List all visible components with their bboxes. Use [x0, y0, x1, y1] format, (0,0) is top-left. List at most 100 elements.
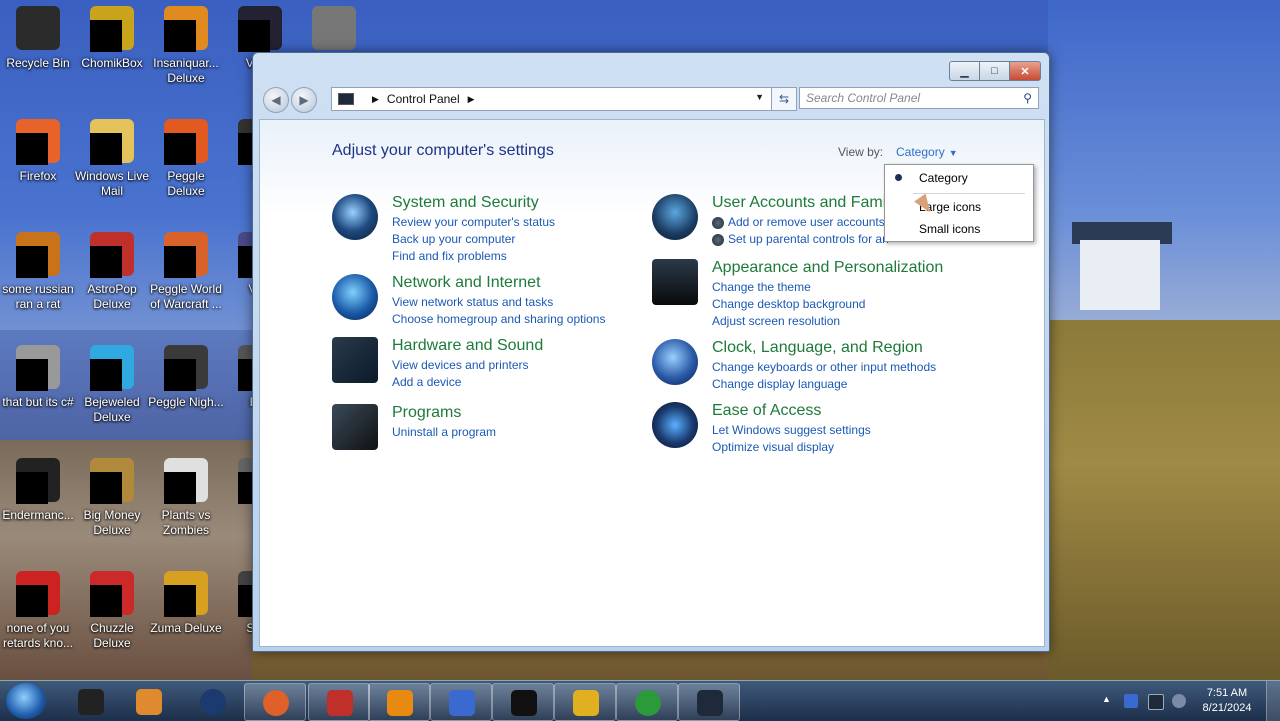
category-link[interactable]: Set up parental controls for an	[712, 231, 889, 248]
menu-item-category[interactable]: Category	[885, 168, 1033, 188]
category-title[interactable]: System and Security	[392, 194, 539, 212]
desktop-icon[interactable]: Peggle Nigh...	[148, 345, 224, 410]
category-link[interactable]: Uninstall a program	[392, 424, 496, 441]
app-icon	[90, 571, 134, 617]
view-by-menu: Category Large icons Small icons	[884, 164, 1034, 242]
maximize-button[interactable]: □	[980, 61, 1009, 81]
category-link[interactable]: Back up your computer	[392, 231, 555, 248]
desktop-icon[interactable]: Endermanc...	[0, 458, 76, 523]
app-icon	[78, 689, 104, 715]
category-link[interactable]: Review your computer's status	[392, 214, 555, 231]
appearance-icon[interactable]	[652, 259, 698, 305]
taskbar-item-app-yellow[interactable]	[554, 683, 616, 721]
taskbar-item-globe[interactable]	[182, 683, 242, 719]
desktop-icon[interactable]: Firefox	[0, 119, 76, 184]
search-input[interactable]: Search Control Panel ⚲	[799, 87, 1039, 109]
breadcrumb-control-panel[interactable]: Control Panel	[387, 92, 460, 106]
desktop-icon[interactable]: AstroPop Deluxe	[74, 232, 150, 312]
view-by-dropdown[interactable]: Category ▼	[896, 145, 958, 159]
desktop-icon[interactable]: Big Money Deluxe	[74, 458, 150, 538]
desktop-icon[interactable]: Chuzzle Deluxe	[74, 571, 150, 651]
minimize-button[interactable]: ▁	[949, 61, 980, 81]
desktop-icon[interactable]: Insaniquar... Deluxe	[148, 6, 224, 86]
desktop-icon[interactable]: Windows Live Mail	[74, 119, 150, 199]
desktop-icon[interactable]: none of you retards kno...	[0, 571, 76, 651]
forward-button[interactable]: ▶	[291, 87, 317, 113]
address-dropdown-icon[interactable]: ▼	[755, 92, 764, 102]
app-icon	[16, 232, 60, 278]
ease-of-access-icon[interactable]	[652, 402, 698, 448]
taskbar-item-app[interactable]	[60, 683, 120, 719]
taskbar-item-control-panel[interactable]	[678, 683, 740, 721]
clock-language-icon[interactable]	[652, 339, 698, 385]
desktop-icon[interactable]: Peggle Deluxe	[148, 119, 224, 199]
menu-item-small-icons[interactable]: Small icons	[885, 219, 1033, 239]
desktop-icon-label: ChomikBox	[81, 56, 143, 70]
network-internet-icon[interactable]	[332, 274, 378, 320]
tray-network-icon[interactable]	[1124, 694, 1138, 708]
taskbar-item-media-player[interactable]	[118, 683, 178, 719]
taskbar-item-vlc[interactable]	[368, 683, 430, 721]
category-link[interactable]: Change desktop background	[712, 296, 865, 313]
address-bar[interactable]: ▶ Control Panel ▶ ▼	[331, 87, 797, 111]
desktop-icon[interactable]: Peggle World of Warcraft ...	[148, 232, 224, 312]
tray-expand-icon[interactable]: ▲	[1102, 694, 1111, 704]
category-link[interactable]: Let Windows suggest settings	[712, 422, 871, 439]
search-icon[interactable]: ⚲	[1023, 91, 1032, 105]
taskbar-item-app-blue[interactable]	[430, 683, 492, 721]
category-link[interactable]: View network status and tasks	[392, 294, 605, 311]
category-link[interactable]: Optimize visual display	[712, 439, 871, 456]
category-link[interactable]: Add or remove user accounts	[712, 214, 889, 231]
taskbar-item-app-dark[interactable]	[492, 683, 554, 721]
programs-icon[interactable]	[332, 404, 378, 450]
desktop-icon[interactable]	[296, 6, 372, 56]
menu-item-large-icons[interactable]: Large icons	[885, 197, 1033, 217]
desktop-icon[interactable]: Zuma Deluxe	[148, 571, 224, 636]
hardware-sound-icon[interactable]	[332, 337, 378, 383]
app-icon	[90, 119, 134, 165]
taskbar-item-app-red[interactable]	[308, 683, 370, 721]
category-link[interactable]: Change keyboards or other input methods	[712, 359, 936, 376]
taskbar-clock[interactable]: 7:51 AM 8/21/2024	[1192, 686, 1262, 716]
back-button[interactable]: ◀	[263, 87, 289, 113]
control-panel-window: ▁ □ ✕ ◀ ▶ ▶ Control Panel ▶ ▼ ⇆ Search C…	[252, 52, 1050, 652]
desktop-icon[interactable]: Recycle Bin	[0, 6, 76, 71]
back-arrow-icon: ◀	[271, 93, 281, 107]
desktop-icon-label: Peggle Nigh...	[148, 395, 224, 409]
category-title[interactable]: User Accounts and Family	[712, 194, 898, 212]
close-button[interactable]: ✕	[1009, 61, 1041, 81]
start-button[interactable]	[6, 683, 46, 719]
category-title[interactable]: Network and Internet	[392, 274, 541, 292]
category-title[interactable]: Ease of Access	[712, 402, 821, 420]
breadcrumb-chevron-icon[interactable]: ▶	[468, 94, 475, 105]
desktop-icon[interactable]: that but its c#	[0, 345, 76, 410]
desktop-icon[interactable]: Plants vs Zombies	[148, 458, 224, 538]
taskbar-item-chrome[interactable]	[616, 683, 678, 721]
category-link[interactable]: Change the theme	[712, 279, 865, 296]
tray-monitor-icon[interactable]	[1148, 694, 1164, 710]
breadcrumb-chevron-icon[interactable]: ▶	[372, 94, 379, 105]
desktop-icon[interactable]: Bejeweled Deluxe	[74, 345, 150, 425]
show-desktop-button[interactable]	[1266, 681, 1280, 721]
desktop-icon-label: Bejeweled Deluxe	[84, 395, 140, 424]
desktop-icon[interactable]: some russian ran a rat	[0, 232, 76, 312]
app-red-icon	[327, 690, 353, 716]
desktop-icon-label: Chuzzle Deluxe	[90, 621, 134, 650]
desktop-icon[interactable]: ChomikBox	[74, 6, 150, 71]
category-link[interactable]: Choose homegroup and sharing options	[392, 311, 605, 328]
category-link[interactable]: Adjust screen resolution	[712, 313, 865, 330]
taskbar-item-firefox[interactable]	[244, 683, 306, 721]
category-link[interactable]: Change display language	[712, 376, 936, 393]
category-link[interactable]: View devices and printers	[392, 357, 529, 374]
category-title[interactable]: Clock, Language, and Region	[712, 339, 923, 357]
tray-volume-icon[interactable]	[1172, 694, 1186, 708]
category-title[interactable]: Hardware and Sound	[392, 337, 543, 355]
category-link[interactable]: Find and fix problems	[392, 248, 555, 265]
category-title[interactable]: Programs	[392, 404, 461, 422]
category-link[interactable]: Add a device	[392, 374, 529, 391]
redaction-box	[16, 133, 48, 165]
category-title[interactable]: Appearance and Personalization	[712, 259, 943, 277]
refresh-button[interactable]: ⇆	[771, 87, 797, 111]
system-security-icon[interactable]	[332, 194, 378, 240]
user-accounts-icon[interactable]	[652, 194, 698, 240]
